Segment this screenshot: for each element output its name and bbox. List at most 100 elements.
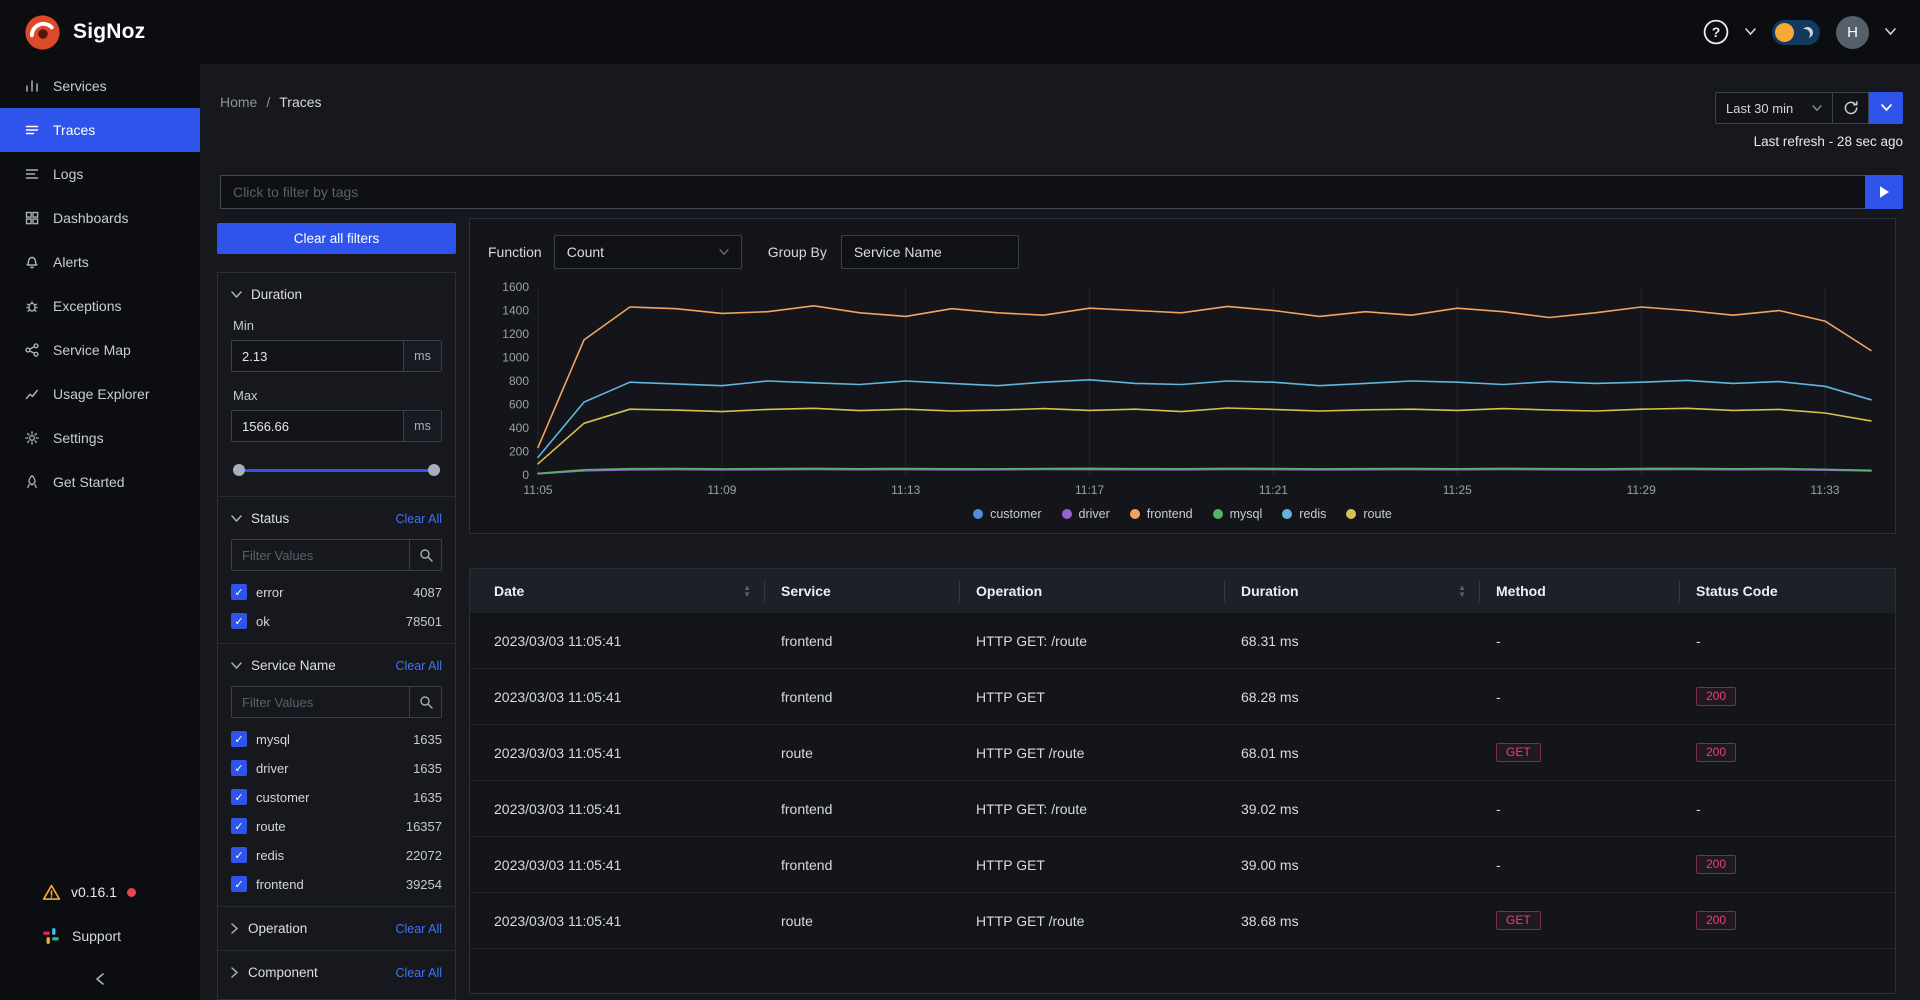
sidebar-item-services[interactable]: Services (0, 64, 200, 108)
breadcrumb-home[interactable]: Home (220, 94, 257, 110)
status-filter-input[interactable] (232, 540, 409, 570)
filter-option-label: customer (256, 789, 310, 805)
table-row[interactable]: 2023/03/03 11:05:41 frontend HTTP GET: /… (470, 781, 1895, 837)
method-badge: GET (1496, 911, 1541, 930)
checkbox-checked[interactable]: ✓ (231, 847, 247, 863)
traces-chart[interactable]: 11:05 11:09 11:13 11:17 11:21 11:25 11:29 11:33… (488, 279, 1879, 503)
version-row[interactable]: v0.16.1 (0, 870, 200, 914)
help-chevron-down-icon[interactable] (1745, 28, 1756, 36)
avatar[interactable]: H (1836, 15, 1869, 49)
cell-method: - (1496, 856, 1501, 873)
clear-all-link[interactable]: Clear All (395, 922, 442, 936)
filter-section-title[interactable]: Status (251, 511, 289, 526)
column-header-duration[interactable]: Duration ▲ ▼ (1225, 569, 1480, 613)
slider-handle-max[interactable] (428, 464, 440, 476)
chevron-down-icon[interactable] (231, 290, 242, 299)
table-row[interactable]: 2023/03/03 11:05:41 frontend HTTP GET 68… (470, 669, 1895, 725)
clear-all-filters-button[interactable]: Clear all filters (217, 223, 456, 254)
column-header-date[interactable]: Date ▲ ▼ (470, 569, 765, 613)
chevron-right-icon[interactable] (231, 923, 239, 934)
theme-toggle[interactable] (1772, 19, 1820, 45)
help-icon[interactable]: ? (1703, 19, 1729, 45)
time-options-dropdown-button[interactable] (1869, 92, 1903, 124)
filter-option-label: route (256, 818, 286, 834)
duration-min-label: Min (233, 318, 254, 333)
legend-item[interactable]: frontend (1129, 507, 1193, 521)
chevron-down-icon[interactable] (231, 514, 242, 523)
sidebar-item-get-started[interactable]: Get Started (0, 460, 200, 504)
logs-lines-icon (25, 169, 39, 179)
table-row[interactable]: 2023/03/03 11:05:41 route HTTP GET /rout… (470, 725, 1895, 781)
sidebar-item-service-map[interactable]: Service Map (0, 328, 200, 372)
sidebar-item-traces[interactable]: Traces (0, 108, 200, 152)
sidebar-item-logs[interactable]: Logs (0, 152, 200, 196)
sidebar-item-dashboards[interactable]: Dashboards (0, 196, 200, 240)
filter-option-row: ✓ redis 22072 (231, 847, 442, 863)
checkbox-checked[interactable]: ✓ (231, 876, 247, 892)
cell-service: route (781, 912, 813, 929)
cell-duration: 39.02 ms (1241, 800, 1299, 817)
sidebar-item-label: Get Started (53, 474, 125, 490)
sort-icons[interactable]: ▲ ▼ (1458, 584, 1466, 599)
sort-icons[interactable]: ▲ ▼ (743, 584, 751, 599)
brand-name: SigNoz (73, 20, 146, 43)
chevron-right-icon[interactable] (231, 967, 239, 978)
table-row[interactable]: 2023/03/03 11:05:41 frontend HTTP GET: /… (470, 613, 1895, 669)
chevron-down-icon[interactable] (231, 661, 242, 670)
time-range-value: Last 30 min (1726, 100, 1794, 116)
filter-section-title[interactable]: Component (248, 965, 318, 980)
status-code-badge: 200 (1696, 687, 1737, 706)
legend-item[interactable]: mysql (1212, 507, 1262, 521)
checkbox-checked[interactable]: ✓ (231, 818, 247, 834)
checkbox-checked[interactable]: ✓ (231, 613, 247, 629)
sidebar-item-exceptions[interactable]: Exceptions (0, 284, 200, 328)
duration-max-input[interactable] (232, 411, 403, 441)
filter-option-row: ✓ mysql 1635 (231, 731, 442, 747)
table-row[interactable]: 2023/03/03 11:05:41 route HTTP GET /rout… (470, 893, 1895, 949)
group-by-select[interactable]: Service Name (840, 235, 1019, 269)
checkbox-checked[interactable]: ✓ (231, 731, 247, 747)
refresh-button[interactable] (1833, 92, 1869, 124)
sidebar-item-alerts[interactable]: Alerts (0, 240, 200, 284)
search-icon[interactable] (409, 687, 441, 717)
duration-range-slider[interactable] (233, 464, 440, 476)
refresh-icon (1844, 101, 1858, 115)
filter-section-title[interactable]: Service Name (251, 658, 336, 673)
service-filter-input[interactable] (232, 687, 409, 717)
function-select[interactable]: Count (553, 235, 742, 269)
clear-all-link[interactable]: Clear All (395, 659, 442, 673)
checkbox-checked[interactable]: ✓ (231, 760, 247, 776)
chevron-down-icon (1812, 104, 1822, 111)
clear-all-link[interactable]: Clear All (395, 966, 442, 980)
slider-handle-min[interactable] (233, 464, 245, 476)
filter-section-title[interactable]: Operation (248, 921, 307, 936)
time-range-select[interactable]: Last 30 min (1715, 92, 1833, 124)
filter-section-title[interactable]: Duration (251, 287, 302, 302)
legend-item[interactable]: route (1346, 507, 1392, 521)
checkbox-checked[interactable]: ✓ (231, 584, 247, 600)
legend-item[interactable]: driver (1061, 507, 1110, 521)
legend-item[interactable]: redis (1282, 507, 1326, 521)
search-icon[interactable] (409, 540, 441, 570)
sidebar-item-settings[interactable]: Settings (0, 416, 200, 460)
cell-operation: HTTP GET (976, 688, 1045, 705)
run-filter-button[interactable] (1865, 175, 1903, 209)
checkbox-checked[interactable]: ✓ (231, 789, 247, 805)
support-link[interactable]: Support (0, 914, 200, 958)
user-chevron-down-icon[interactable] (1885, 28, 1896, 36)
app-header: SigNoz ? H (0, 0, 1920, 64)
update-available-dot (126, 887, 136, 897)
duration-min-input[interactable] (232, 341, 403, 371)
sidebar-collapse-button[interactable] (0, 958, 200, 1000)
tag-filter-input[interactable] (220, 175, 1865, 209)
brand[interactable]: SigNoz (24, 14, 145, 51)
filter-option-label: ok (256, 613, 270, 629)
filter-option-row: ✓ route 16357 (231, 818, 442, 834)
clear-all-link[interactable]: Clear All (395, 512, 442, 526)
filter-option-count: 1635 (413, 731, 442, 747)
sidebar-item-usage-explorer[interactable]: Usage Explorer (0, 372, 200, 416)
legend-item[interactable]: customer (973, 507, 1042, 521)
table-row[interactable]: 2023/03/03 11:05:41 frontend HTTP GET 39… (470, 837, 1895, 893)
traces-list-icon (25, 125, 39, 135)
trend-line-icon (25, 389, 39, 400)
